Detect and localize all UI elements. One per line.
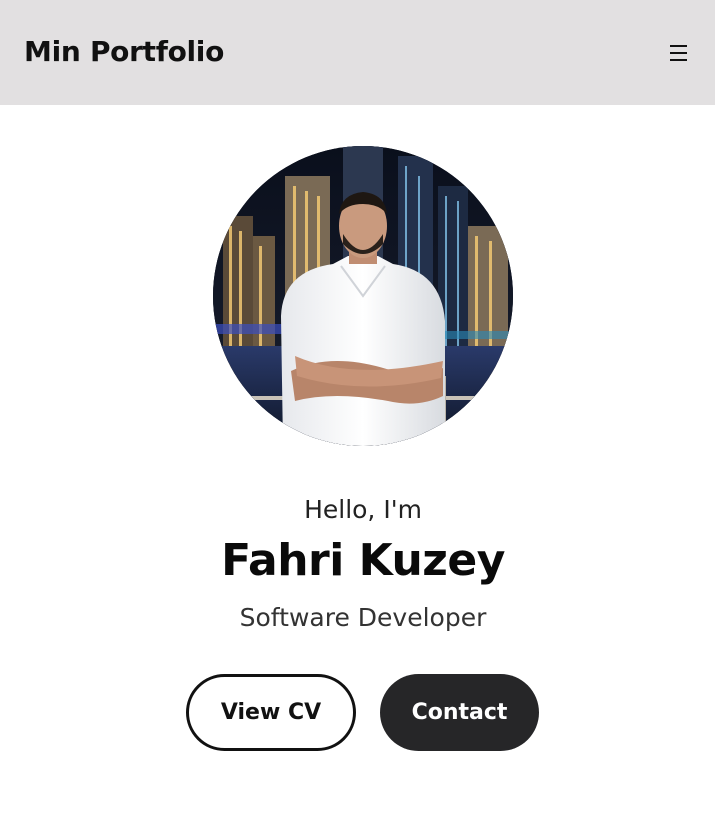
- site-title[interactable]: Min Portfolio: [24, 34, 224, 70]
- hamburger-bar: [670, 52, 687, 54]
- avatar-photo: [213, 146, 513, 446]
- avatar: [213, 146, 513, 446]
- greeting-text: Hello, I'm: [304, 495, 422, 524]
- view-cv-button[interactable]: View CV: [186, 674, 356, 751]
- job-title: Software Developer: [239, 603, 487, 632]
- contact-button[interactable]: Contact: [380, 674, 539, 751]
- hamburger-menu-icon: [670, 45, 687, 47]
- person-name: Fahri Kuzey: [221, 535, 505, 586]
- menu-button[interactable]: [664, 38, 694, 68]
- site-header: Min Portfolio: [0, 0, 715, 105]
- hamburger-bar: [670, 59, 687, 61]
